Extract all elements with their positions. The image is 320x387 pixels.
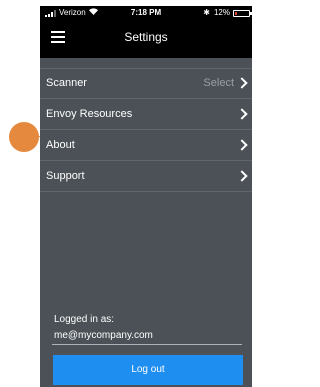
logged-in-label: Logged in as: xyxy=(54,314,115,325)
menu-item-about[interactable]: About xyxy=(40,130,252,161)
menu-item-support[interactable]: Support xyxy=(40,161,252,192)
menu-item-label: About xyxy=(46,139,75,151)
status-right: ✱ 12% xyxy=(203,6,252,20)
email-divider xyxy=(52,344,242,345)
chevron-right-icon xyxy=(236,139,248,151)
chevron-right-icon xyxy=(236,77,248,89)
menu-item-scanner[interactable]: Scanner Select xyxy=(40,68,252,99)
nav-bar: Settings xyxy=(40,22,252,58)
chevron-right-icon xyxy=(236,170,248,182)
menu-item-label: Support xyxy=(46,170,85,182)
orange-marker-dot xyxy=(9,122,39,152)
phone-screen: Verizon 7:18 PM ✱ 12% Settings Scanner S… xyxy=(40,6,252,387)
menu-item-label: Envoy Resources xyxy=(46,108,133,120)
header: Verizon 7:18 PM ✱ 12% Settings xyxy=(40,6,252,58)
menu-item-envoy-resources[interactable]: Envoy Resources xyxy=(40,99,252,130)
menu-item-value: Select xyxy=(203,77,234,89)
battery-percent: 12% xyxy=(213,8,230,17)
chevron-right-icon xyxy=(236,108,248,120)
menu-item-label: Scanner xyxy=(46,77,87,89)
account-email: me@mycompany.com xyxy=(54,330,153,341)
status-bar: Verizon 7:18 PM ✱ 12% xyxy=(40,6,252,20)
battery-icon xyxy=(233,9,252,17)
battery-fill xyxy=(235,11,237,15)
settings-menu: Scanner Select Envoy Resources About Sup… xyxy=(40,68,252,192)
bluetooth-icon: ✱ xyxy=(203,8,210,17)
page-title: Settings xyxy=(124,30,168,44)
logout-button[interactable]: Log out xyxy=(53,355,243,385)
